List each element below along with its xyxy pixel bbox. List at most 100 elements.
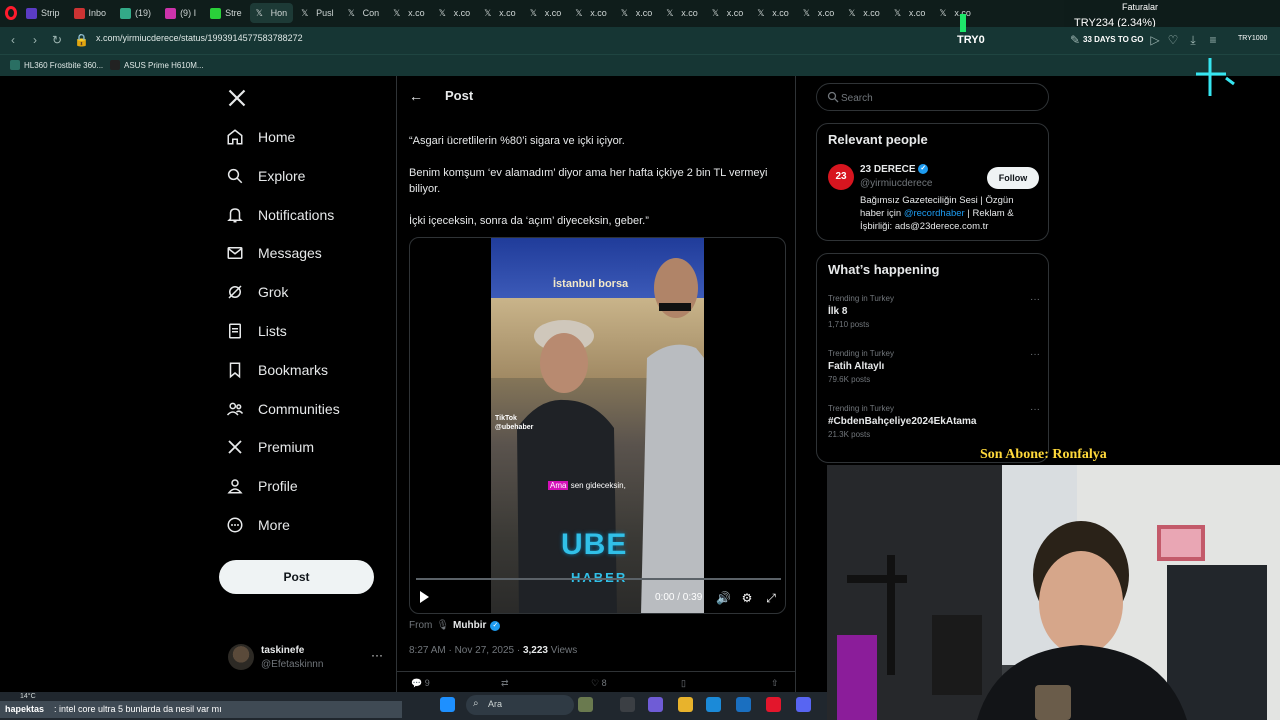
verified-badge-icon: ✓	[490, 620, 501, 631]
browser-tab[interactable]: 𝕏x.co	[842, 3, 886, 23]
trend-item[interactable]: Trending in Turkey İlk 8 1,710 posts ···	[828, 294, 1040, 329]
stream-chat-message: hapektas : intel core ultra 5 bunlarda d…	[0, 701, 402, 718]
browser-tab[interactable]: 𝕏x.co	[524, 3, 568, 23]
more-dots-icon[interactable]: ···	[1030, 349, 1040, 360]
forward-nav-icon[interactable]: ›	[28, 33, 42, 47]
back-arrow-icon[interactable]: ←	[409, 88, 423, 104]
tab-favicon-icon: 𝕏	[347, 7, 355, 18]
avatar	[228, 644, 254, 670]
menu-icon[interactable]: ≡	[1206, 33, 1220, 47]
browser-tab[interactable]: 𝕏x.co	[433, 3, 477, 23]
account-switcher[interactable]: taskinefe @Efetaskinnn ···	[228, 642, 388, 678]
browser-tab[interactable]: 𝕏x.co	[797, 3, 841, 23]
nav-item-bookmarks[interactable]: Bookmarks	[226, 357, 328, 383]
browser-tab[interactable]: 𝕏x.co	[387, 3, 431, 23]
x-logo-icon[interactable]	[227, 88, 247, 108]
windows-start-icon[interactable]	[440, 697, 455, 712]
source-name[interactable]: Muhbir	[453, 620, 486, 631]
repost-icon[interactable]: ⇄	[501, 678, 509, 689]
bookmark-icon[interactable]: ▯	[681, 678, 686, 689]
bookmark-item[interactable]: ASUS Prime H610M...	[110, 60, 204, 70]
play-icon[interactable]: ▷	[1148, 33, 1162, 47]
tab-favicon-icon: 𝕏	[939, 7, 947, 18]
nav-item-more[interactable]: More	[226, 512, 290, 538]
settings-gear-icon[interactable]: ⚙	[740, 591, 754, 605]
person-name[interactable]: 23 DERECE ✓	[860, 164, 929, 175]
browser-tab[interactable]: 𝕏x.co	[888, 3, 932, 23]
nav-item-home[interactable]: Home	[226, 124, 295, 150]
browser-tab[interactable]: 𝕏x.co	[751, 3, 795, 23]
browser-tab[interactable]: 𝕏x.co	[706, 3, 750, 23]
reload-icon[interactable]: ↻	[50, 33, 64, 47]
nav-item-profile[interactable]: Profile	[226, 473, 298, 499]
browser-tab[interactable]: Strip	[20, 3, 66, 23]
browser-tab[interactable]: (19)	[114, 3, 157, 23]
browser-tab[interactable]: 𝕏x.co	[569, 3, 613, 23]
opera-logo-icon[interactable]	[5, 6, 17, 20]
fullscreen-icon[interactable]: ⤢	[764, 591, 778, 605]
nav-item-lists[interactable]: Lists	[226, 318, 287, 344]
browser-tab[interactable]: 𝕏x.co	[615, 3, 659, 23]
opera-icon[interactable]	[766, 697, 781, 712]
browser-tab[interactable]: Stre	[204, 3, 248, 23]
post-button[interactable]: Post	[219, 560, 374, 594]
nav-item-messages[interactable]: Messages	[226, 240, 322, 266]
account-name: taskinefe	[261, 645, 305, 656]
file-explorer-icon[interactable]	[678, 697, 693, 712]
bookmark-item[interactable]: HL360 Frostbite 360...	[10, 60, 103, 70]
browser-tab[interactable]: 𝕏 Con	[342, 3, 386, 23]
heart-icon[interactable]: ♡	[1166, 33, 1180, 47]
reply-button[interactable]: 💬 9	[411, 678, 430, 689]
url-field[interactable]: x.com/yirmiucderece/status/1993914577583…	[96, 33, 303, 43]
weather-widget[interactable]: 14°C	[20, 693, 36, 700]
trend-item[interactable]: Trending in Turkey #CbdenBahçeliye2024EkA…	[828, 404, 1040, 439]
home-icon	[227, 129, 243, 145]
trend-item[interactable]: Trending in Turkey Fatih Altaylı 79.6K pos…	[828, 349, 1040, 384]
views-count: 3,223	[522, 645, 548, 656]
tab-favicon-icon: 𝕏	[711, 7, 720, 18]
nav-item-label: Profile	[258, 478, 298, 495]
edit-icon[interactable]: ✎	[1068, 33, 1082, 47]
download-icon[interactable]: ⤓	[1186, 33, 1200, 47]
tab-favicon-icon	[165, 7, 177, 19]
back-nav-icon[interactable]: ‹	[6, 33, 20, 47]
nav-item-premium[interactable]: Premium	[226, 434, 314, 460]
nav-item-explore[interactable]: Explore	[226, 163, 305, 189]
panel-title: Relevant people	[828, 132, 928, 147]
more-dots-icon[interactable]: ···	[1030, 404, 1040, 415]
store-icon[interactable]	[736, 697, 751, 712]
nav-item-communities[interactable]: Communities	[226, 396, 340, 422]
browser-tab[interactable]: 𝕏 Pusl	[295, 3, 340, 23]
play-icon[interactable]	[420, 591, 429, 603]
bio-link[interactable]: @recordhaber	[904, 208, 965, 219]
search-box[interactable]	[816, 83, 1049, 111]
more-dots-icon[interactable]: ···	[371, 648, 383, 662]
copilot-icon[interactable]	[648, 697, 663, 712]
task-view-icon[interactable]	[620, 697, 635, 712]
nav-item-notifications[interactable]: Notifications	[226, 202, 334, 228]
video-progress-bar[interactable]	[416, 578, 781, 580]
avatar[interactable]: 23	[828, 164, 854, 190]
taskbar-search[interactable]: ⌕ Ara	[466, 695, 574, 715]
panel-title: What’s happening	[828, 262, 940, 277]
browser-tab[interactable]: 𝕏x.co	[660, 3, 704, 23]
nav-item-grok[interactable]: Grok	[226, 279, 288, 305]
list-icon	[229, 323, 241, 339]
search-input[interactable]	[841, 90, 1041, 106]
browser-tab[interactable]: 𝕏 Hon	[249, 3, 294, 23]
video-player[interactable]: İstanbul borsa TikTok @ubehaber Ama sen g…	[409, 237, 786, 614]
like-button[interactable]: ♡ 8	[591, 678, 607, 689]
edge-icon[interactable]	[706, 697, 721, 712]
more-dots-icon[interactable]: ···	[1030, 294, 1040, 305]
bookmark-icon	[229, 362, 241, 379]
browser-tab[interactable]: 𝕏x.co	[933, 3, 977, 23]
browser-tab[interactable]: 𝕏x.co	[478, 3, 522, 23]
discord-icon[interactable]	[796, 697, 811, 712]
browser-tab[interactable]: Inbo	[68, 3, 113, 23]
share-icon[interactable]: ⇧	[771, 678, 779, 689]
browser-tab[interactable]: (9) I	[159, 3, 202, 23]
follow-button[interactable]: Follow	[987, 167, 1039, 189]
volume-icon[interactable]: 🔊	[716, 591, 731, 605]
taskbar-widget-icon[interactable]	[578, 697, 593, 712]
post-text-line: Benim komşum ‘ev alamadım’ diyor ama her…	[409, 167, 768, 195]
